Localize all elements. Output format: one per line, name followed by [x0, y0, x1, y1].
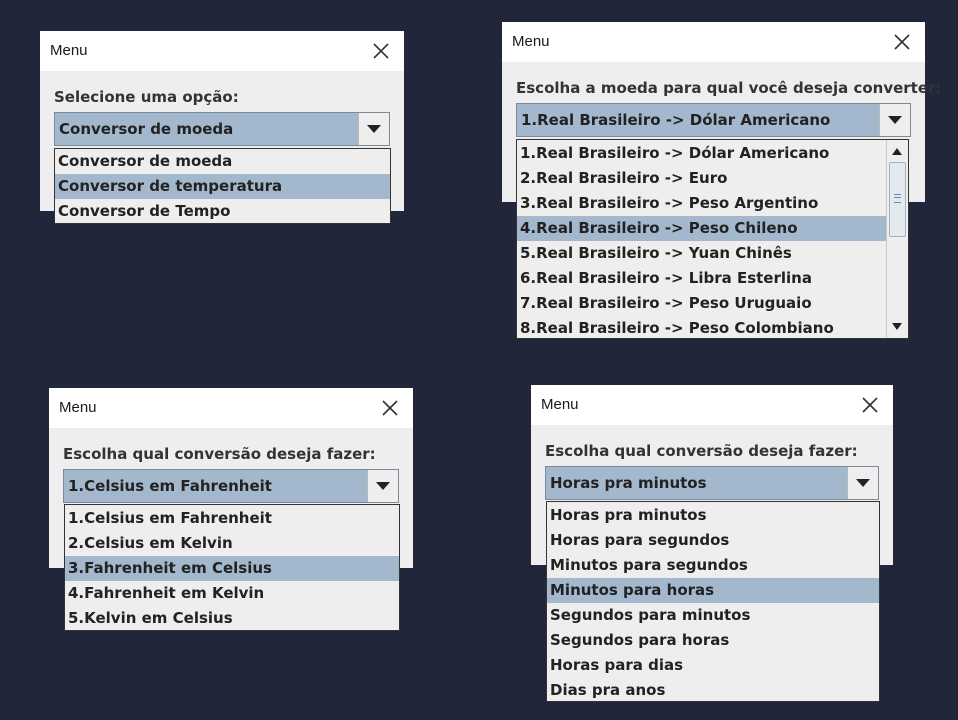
close-icon[interactable] — [861, 396, 879, 414]
title-bar: Menu — [40, 31, 404, 71]
chevron-down-icon — [856, 479, 870, 487]
list-item[interactable]: Minutos para segundos — [547, 553, 879, 578]
list-item[interactable]: 4.Fahrenheit em Kelvin — [65, 581, 399, 606]
currency-combobox[interactable]: 1.Real Brasileiro -> Dólar Americano — [516, 103, 911, 137]
list-item[interactable]: 7.Real Brasileiro -> Peso Uruguaio — [517, 291, 886, 316]
list-item[interactable]: Conversor de moeda — [55, 149, 390, 174]
dropdown-button[interactable] — [879, 104, 910, 136]
list-item[interactable]: Horas pra minutos — [547, 503, 879, 528]
list-item[interactable]: Segundos para minutos — [547, 603, 879, 628]
dropdown-list-main[interactable]: Conversor de moeda Conversor de temperat… — [54, 148, 391, 224]
scroll-down-arrow-icon[interactable] — [892, 323, 902, 330]
list-item[interactable]: Dias pra anos — [547, 678, 879, 701]
list-item-highlighted[interactable]: Minutos para horas — [547, 578, 879, 603]
temperature-combobox[interactable]: 1.Celsius em Fahrenheit — [63, 469, 399, 503]
list-item[interactable]: 2.Celsius em Kelvin — [65, 531, 399, 556]
chevron-down-icon — [888, 116, 902, 124]
list-item[interactable]: 1.Celsius em Fahrenheit — [65, 506, 399, 531]
title-bar: Menu — [502, 22, 925, 62]
dropdown-button[interactable] — [358, 113, 389, 145]
list-item[interactable]: Conversor de Tempo — [55, 199, 390, 223]
prompt-label: Escolha a moeda para qual você deseja co… — [516, 79, 942, 97]
list-item[interactable]: 5.Kelvin em Celsius — [65, 606, 399, 630]
chevron-down-icon — [376, 482, 390, 490]
list-item[interactable]: Horas para dias — [547, 653, 879, 678]
list-item[interactable]: Horas para segundos — [547, 528, 879, 553]
list-item[interactable]: 6.Real Brasileiro -> Libra Esterlina — [517, 266, 886, 291]
prompt-label: Escolha qual conversão deseja fazer: — [63, 445, 376, 463]
combobox-selected-value: 1.Real Brasileiro -> Dólar Americano — [521, 111, 831, 129]
list-item-highlighted[interactable]: Conversor de temperatura — [55, 174, 390, 199]
vertical-scrollbar[interactable] — [886, 140, 908, 338]
list-item[interactable]: 2.Real Brasileiro -> Euro — [517, 166, 886, 191]
close-icon[interactable] — [893, 33, 911, 51]
combobox-selected-value: 1.Celsius em Fahrenheit — [68, 477, 272, 495]
prompt-label: Selecione uma opção: — [54, 88, 239, 106]
close-icon[interactable] — [381, 399, 399, 417]
list-item-highlighted[interactable]: 4.Real Brasileiro -> Peso Chileno — [517, 216, 886, 241]
list-item[interactable]: 5.Real Brasileiro -> Yuan Chinês — [517, 241, 886, 266]
chevron-down-icon — [367, 125, 381, 133]
close-icon[interactable] — [372, 42, 390, 60]
combobox-selected-value: Horas pra minutos — [550, 474, 707, 492]
list-item[interactable]: 8.Real Brasileiro -> Peso Colombiano — [517, 316, 886, 338]
combobox-selected-value: Conversor de moeda — [59, 120, 234, 138]
scrollbar-thumb[interactable] — [889, 162, 906, 237]
window-title: Menu — [512, 33, 550, 50]
list-item[interactable]: 1.Real Brasileiro -> Dólar Americano — [517, 141, 886, 166]
dropdown-list-time[interactable]: Horas pra minutos Horas para segundos Mi… — [546, 501, 880, 702]
dropdown-list-currency[interactable]: 1.Real Brasileiro -> Dólar Americano 2.R… — [516, 139, 909, 339]
window-title: Menu — [59, 399, 97, 416]
list-item[interactable]: Segundos para horas — [547, 628, 879, 653]
scroll-up-arrow-icon[interactable] — [892, 148, 902, 155]
option-combobox[interactable]: Conversor de moeda — [54, 112, 390, 146]
list-item[interactable]: 3.Real Brasileiro -> Peso Argentino — [517, 191, 886, 216]
title-bar: Menu — [531, 385, 893, 425]
window-title: Menu — [50, 42, 88, 59]
dropdown-button[interactable] — [367, 470, 398, 502]
grip-icon — [894, 194, 901, 203]
prompt-label: Escolha qual conversão deseja fazer: — [545, 442, 858, 460]
dropdown-list-temperature[interactable]: 1.Celsius em Fahrenheit 2.Celsius em Kel… — [64, 504, 400, 631]
time-combobox[interactable]: Horas pra minutos — [545, 466, 879, 500]
title-bar: Menu — [49, 388, 413, 428]
window-title: Menu — [541, 396, 579, 413]
list-item-highlighted[interactable]: 3.Fahrenheit em Celsius — [65, 556, 399, 581]
dropdown-button[interactable] — [847, 467, 878, 499]
